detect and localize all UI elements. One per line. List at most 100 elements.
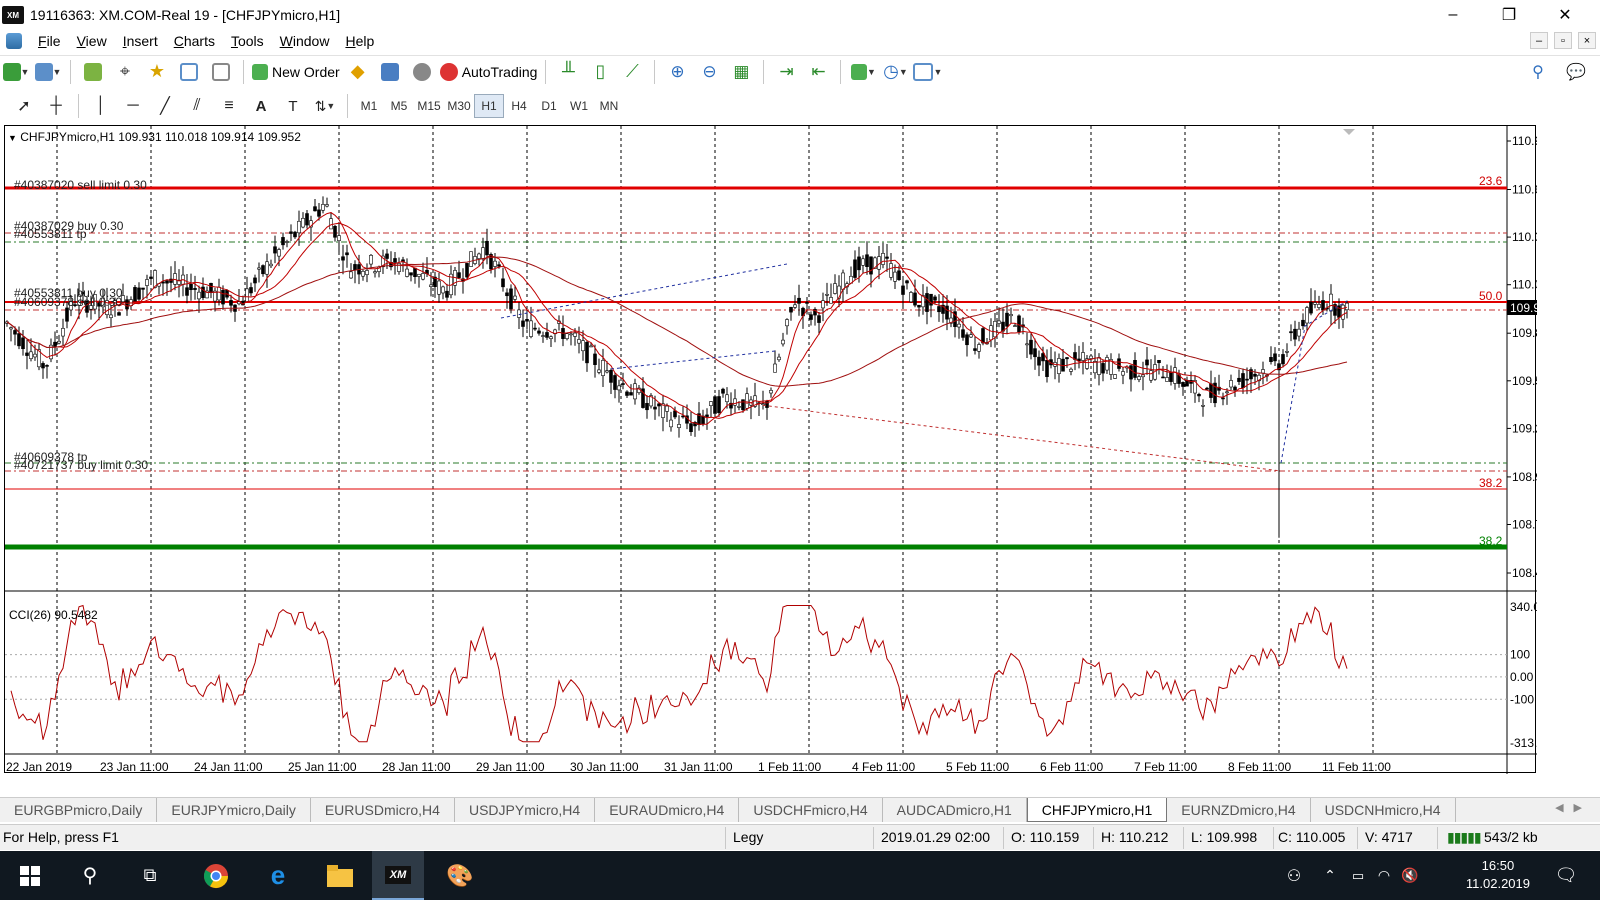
timeframe-h4[interactable]: H4 [504,94,534,118]
windows-start-icon[interactable] [6,851,54,900]
navigator-button[interactable]: ★ [143,59,171,85]
market-button[interactable] [408,59,436,85]
tab-scroll-arrows[interactable]: ◀▶ [1555,801,1592,814]
vertical-line-icon[interactable]: │ [87,93,115,119]
bar-chart-icon[interactable]: ╨ [554,59,582,85]
chart-tab[interactable]: AUDCADmicro,H1 [883,798,1027,822]
timeframe-d1[interactable]: D1 [534,94,564,118]
candle-body [469,251,473,267]
trendline-icon[interactable]: ╱ [151,93,179,119]
chart-tab[interactable]: EURGBPmicro,Daily [0,798,158,822]
timeframe-mn[interactable]: MN [594,94,624,118]
candle-body [585,341,589,364]
task-view-icon[interactable]: ⧉ [126,851,174,900]
chat-icon[interactable]: 💬 [1562,59,1590,85]
market-watch-button[interactable] [79,59,107,85]
cursor-icon[interactable]: ➚ [10,93,38,119]
signals-button[interactable] [376,59,404,85]
new-chart-button[interactable]: ▼ [2,59,30,85]
wifi-icon[interactable]: ◠ [1372,851,1396,900]
paint-icon[interactable]: 🎨 [434,851,486,900]
chart-tab[interactable]: USDJPYmicro,H4 [455,798,596,822]
notifications-icon[interactable]: 🗨 [1546,851,1586,900]
zoom-out-icon[interactable]: ⊖ [695,59,723,85]
menu-insert[interactable]: Insert [123,33,158,49]
menu-file[interactable]: File [38,33,61,49]
menu-view[interactable]: View [77,33,107,49]
moving-average-mid [6,222,1348,419]
chart-tab[interactable]: USDCNHmicro,H4 [1311,798,1456,822]
chart-tab[interactable]: USDCHFmicro,H4 [739,798,883,822]
chevron-up-icon[interactable]: ⌃ [1318,851,1342,900]
terminal-button[interactable] [175,59,203,85]
toolbar-separator [70,59,71,84]
timeframe-m15[interactable]: M15 [414,94,444,118]
chart-tab[interactable]: EURUSDmicro,H4 [311,798,455,822]
crosshair-icon[interactable]: ┼ [42,93,70,119]
timeframe-m30[interactable]: M30 [444,94,474,118]
candle-body [1141,374,1145,378]
volume-muted-icon[interactable]: 🔇 [1398,851,1422,900]
profiles-button[interactable]: ▼ [34,59,62,85]
xm-terminal-icon[interactable]: XM [372,851,424,900]
mdi-close-button[interactable]: × [1578,32,1596,49]
price-chart[interactable]: 110.900 110.625 110.355 110.085 109.810 109.5… [5,126,1537,774]
taskbar-clock[interactable]: 16:50 11.02.2019 [1466,857,1530,893]
periods-icon[interactable]: ◷ ▼ [881,59,909,85]
mdi-restore-button[interactable]: ▫ [1554,32,1572,49]
chart-shift-icon[interactable]: ⇤ [804,59,832,85]
fibonacci-icon[interactable]: ≡ [215,93,243,119]
candle-body [897,270,901,281]
tile-windows-icon[interactable]: ▦ [727,59,755,85]
cci-tick-label: -313.8053 [1510,736,1537,750]
time-tick-label: 25 Jan 11:00 [288,760,357,774]
arrows-icon[interactable]: ⇅ ▼ [311,93,339,119]
search-icon[interactable]: ⚲ [1524,59,1552,85]
chart-window[interactable]: 110.900 110.625 110.355 110.085 109.810 109.5… [4,125,1537,774]
chart-tab[interactable]: EURJPYmicro,Daily [157,798,311,822]
chrome-icon[interactable] [190,851,242,900]
candle-body [1113,374,1117,379]
metaeditor-button[interactable]: ◆ [344,59,372,85]
chart-tab[interactable]: EURNZDmicro,H4 [1167,798,1311,822]
minimize-button[interactable]: – [1425,0,1481,30]
timeframe-m1[interactable]: M1 [354,94,384,118]
equidistant-channel-icon[interactable]: ⫽ [183,93,211,119]
zoom-in-icon[interactable]: ⊕ [663,59,691,85]
timeframe-m5[interactable]: M5 [384,94,414,118]
people-icon[interactable]: ⚇ [1278,851,1310,900]
search-icon[interactable]: ⚲ [66,851,114,900]
new-order-button[interactable]: New Order [252,59,340,85]
data-window-button[interactable]: ⌖ [111,59,139,85]
horizontal-line-icon[interactable]: ─ [119,93,147,119]
candle-body [841,272,845,290]
text-icon[interactable]: A [247,93,275,119]
text-label-icon[interactable]: T [279,93,307,119]
templates-icon[interactable]: ▼ [913,59,942,85]
chart-tab[interactable]: EURAUDmicro,H4 [595,798,740,822]
close-button[interactable]: ✕ [1537,0,1593,30]
autotrading-button[interactable]: AutoTrading [439,59,537,85]
menu-charts[interactable]: Charts [174,33,215,49]
chart-tab[interactable]: CHFJPYmicro,H1 [1026,798,1168,822]
maximize-button[interactable]: ❐ [1481,0,1537,30]
line-chart-icon[interactable]: ⟋ [618,59,646,85]
mdi-minimize-button[interactable]: – [1530,32,1548,49]
trade-history-line [744,402,1282,472]
timeframe-h1[interactable]: H1 [474,94,504,118]
auto-scroll-icon[interactable]: ⇥ [772,59,800,85]
edge-icon[interactable]: e [252,851,304,900]
candlestick-icon[interactable]: ▯ [586,59,614,85]
file-explorer-icon[interactable] [314,851,366,900]
candle-body [705,414,709,417]
timeframe-w1[interactable]: W1 [564,94,594,118]
menu-tools[interactable]: Tools [231,33,264,49]
menu-help[interactable]: Help [345,33,374,49]
battery-icon[interactable]: ▭ [1346,851,1370,900]
cci-tick-label: 0.00 [1510,670,1534,684]
candle-body [797,297,801,304]
strategy-tester-button[interactable] [207,59,235,85]
candle-body [249,287,253,294]
menu-window[interactable]: Window [280,33,330,49]
indicators-icon[interactable]: ▼ [849,59,877,85]
